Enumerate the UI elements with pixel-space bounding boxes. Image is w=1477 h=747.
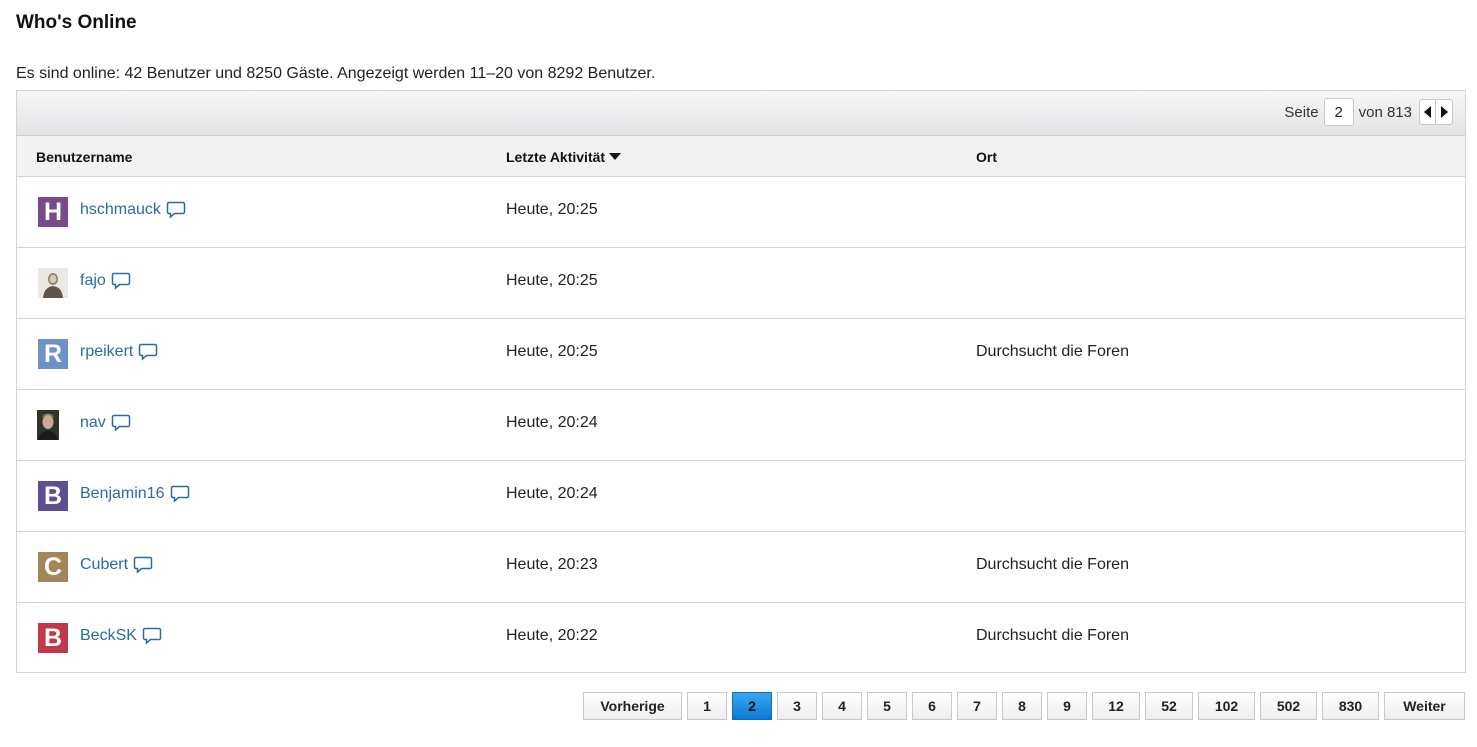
page-title: Who's Online	[16, 12, 137, 33]
last-activity-cell: Heute, 20:24	[506, 414, 598, 431]
page-button-4[interactable]: 4	[822, 692, 862, 720]
last-activity-cell: Heute, 20:24	[506, 485, 598, 502]
avatar[interactable]	[37, 410, 59, 440]
username-link[interactable]: Cubert	[80, 556, 153, 574]
username-label: fajo	[80, 272, 106, 289]
last-activity-cell: Heute, 20:25	[506, 343, 598, 360]
page-count-label: von 813	[1358, 103, 1412, 121]
username-link[interactable]: hschmauck	[80, 201, 186, 219]
page-arrows	[1419, 99, 1453, 125]
column-header-username[interactable]: Benutzername	[36, 149, 132, 165]
last-activity-cell: Heute, 20:25	[506, 272, 598, 289]
username-link[interactable]: BeckSK	[80, 627, 162, 645]
username-link[interactable]: rpeikert	[80, 343, 158, 361]
page-button-8[interactable]: 8	[1002, 692, 1042, 720]
private-message-icon[interactable]	[133, 556, 153, 574]
table-row: B BeckSK Heute, 20:22 Durchsucht die Foren	[17, 603, 1465, 673]
table-row: nav Heute, 20:24	[17, 390, 1465, 461]
arrow-right-icon	[1440, 106, 1448, 118]
pagination: Vorherige 1 2 3 4 5 6 7 8 9 12 52 102 502 830 Weiter	[583, 692, 1465, 720]
avatar[interactable]: H	[38, 197, 68, 227]
top-pager: Seite von 813	[1284, 97, 1453, 127]
username-label: Cubert	[80, 556, 129, 573]
private-message-icon[interactable]	[138, 343, 158, 361]
table-row: fajo Heute, 20:25	[17, 248, 1465, 319]
page-button-6[interactable]: 6	[912, 692, 952, 720]
avatar[interactable]: R	[38, 339, 68, 369]
user-rows: Hhschmauck Heute, 20:25 fajo Heute, 20:25 Rr…	[17, 177, 1465, 673]
table-row: B Benjamin16 Heute, 20:24	[17, 461, 1465, 532]
page-button-1[interactable]: 1	[687, 692, 727, 720]
last-activity-cell: Heute, 20:22	[506, 627, 598, 644]
column-header-location[interactable]: Ort	[976, 149, 997, 165]
table-row: Hhschmauck Heute, 20:25	[17, 177, 1465, 248]
username-link[interactable]: fajo	[80, 272, 131, 290]
private-message-icon[interactable]	[111, 272, 131, 290]
sort-descending-icon	[609, 153, 622, 160]
page-number-input[interactable]	[1323, 98, 1354, 126]
page-button-9[interactable]: 9	[1047, 692, 1087, 720]
last-activity-cell: Heute, 20:23	[506, 556, 598, 573]
page-button-502[interactable]: 502	[1260, 692, 1317, 720]
private-message-icon[interactable]	[166, 201, 186, 219]
online-users-panel: Seite von 813 Benutzername Letzte Aktivi…	[16, 90, 1466, 673]
page-button-830[interactable]: 830	[1322, 692, 1379, 720]
page-button-102[interactable]: 102	[1198, 692, 1255, 720]
page-button-5[interactable]: 5	[867, 692, 907, 720]
previous-button[interactable]: Vorherige	[583, 692, 682, 720]
page-label: Seite	[1284, 103, 1319, 121]
username-label: nav	[80, 414, 106, 431]
username-label: Benjamin16	[80, 485, 165, 502]
username-link[interactable]: Benjamin16	[80, 485, 190, 503]
location-cell: Durchsucht die Foren	[976, 343, 1129, 360]
column-header-last-activity[interactable]: Letzte Aktivität	[506, 149, 622, 165]
username-link[interactable]: nav	[80, 414, 131, 432]
username-label: BeckSK	[80, 627, 137, 644]
avatar[interactable]: B	[38, 481, 68, 511]
next-page-button[interactable]	[1436, 99, 1453, 125]
table-row: C Cubert Heute, 20:23 Durchsucht die Foren	[17, 532, 1465, 603]
page-button-3[interactable]: 3	[777, 692, 817, 720]
last-activity-cell: Heute, 20:25	[506, 201, 598, 218]
table-row: Rrpeikert Heute, 20:25 Durchsucht die Fore…	[17, 319, 1465, 390]
table-header: Benutzername Letzte Aktivität Ort	[17, 136, 1465, 177]
username-label: hschmauck	[80, 201, 161, 218]
location-cell: Durchsucht die Foren	[976, 556, 1129, 573]
username-label: rpeikert	[80, 343, 134, 360]
private-message-icon[interactable]	[170, 485, 190, 503]
private-message-icon[interactable]	[142, 627, 162, 645]
page-button-2[interactable]: 2	[732, 692, 772, 720]
panel-toolbar: Seite von 813	[17, 91, 1465, 136]
location-cell: Durchsucht die Foren	[976, 627, 1129, 644]
column-header-last-activity-label: Letzte Aktivität	[506, 149, 606, 165]
online-summary: Es sind online: 42 Benutzer und 8250 Gäs…	[16, 65, 656, 82]
avatar[interactable]: B	[38, 623, 68, 653]
avatar[interactable]	[38, 268, 68, 298]
next-button[interactable]: Weiter	[1384, 692, 1465, 720]
previous-page-button[interactable]	[1419, 99, 1436, 125]
page-button-7[interactable]: 7	[957, 692, 997, 720]
page-button-12[interactable]: 12	[1092, 692, 1140, 720]
private-message-icon[interactable]	[111, 414, 131, 432]
page-button-52[interactable]: 52	[1145, 692, 1193, 720]
arrow-left-icon	[1424, 106, 1431, 118]
avatar[interactable]: C	[38, 552, 68, 582]
